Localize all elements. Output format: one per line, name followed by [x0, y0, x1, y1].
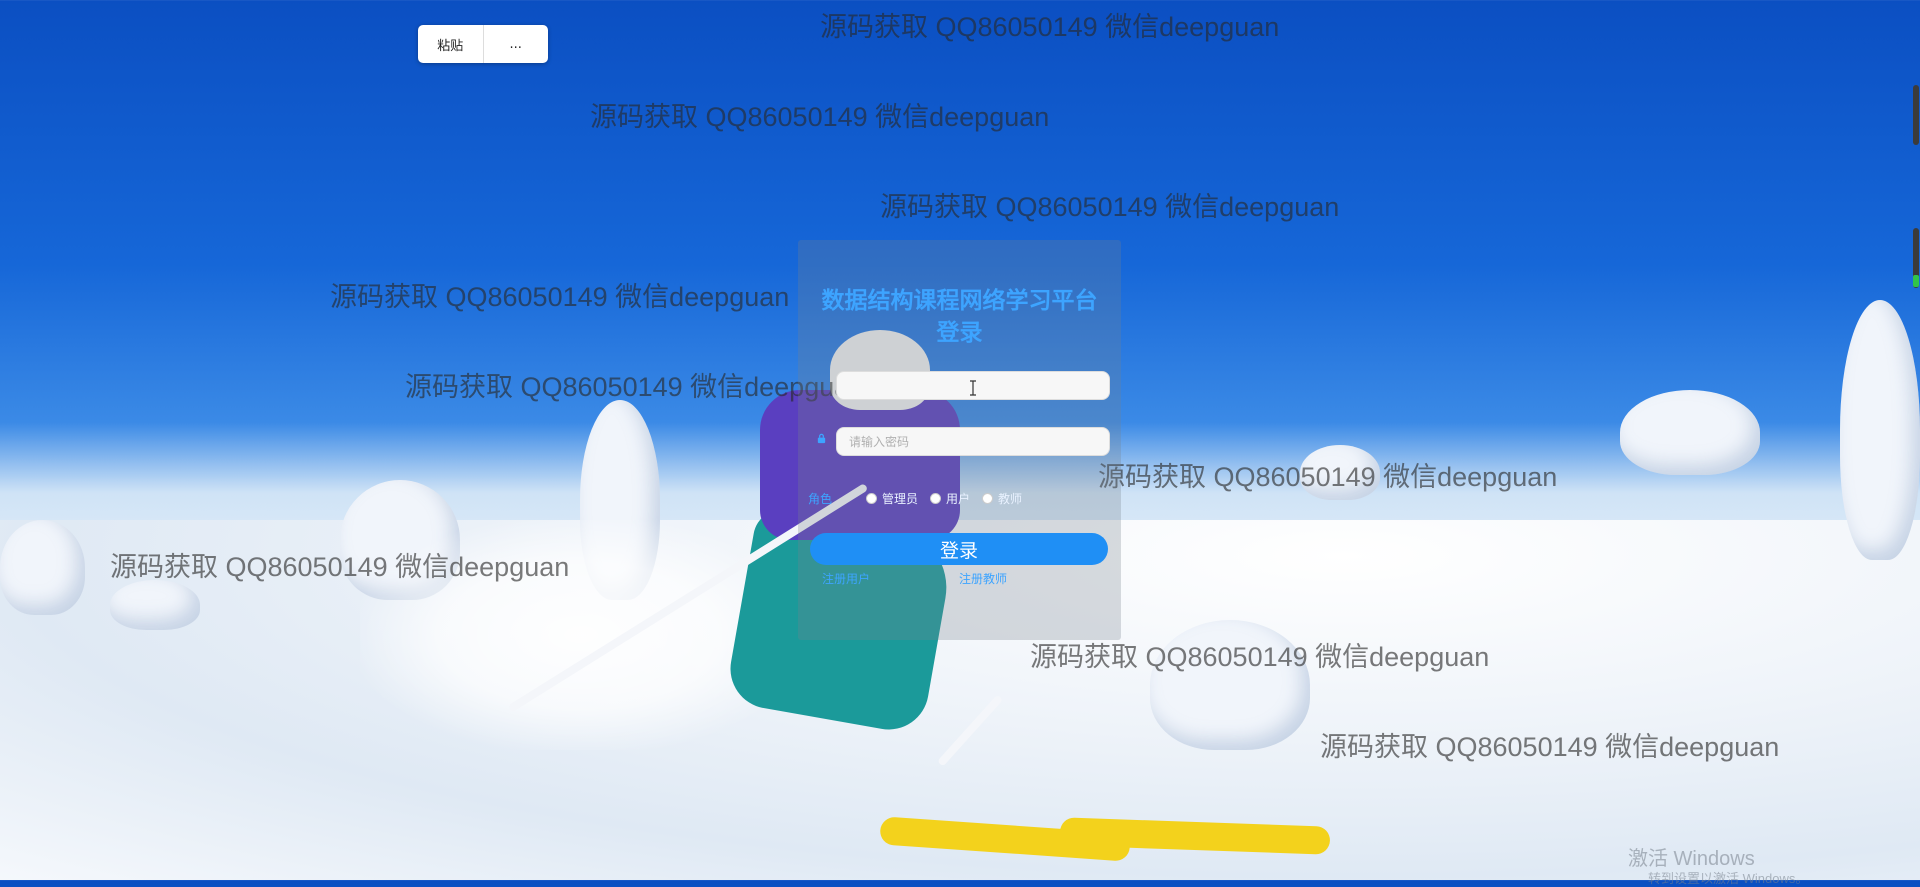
role-option-teacher: 教师	[998, 492, 1023, 506]
snow-tree	[0, 520, 85, 615]
watermark: 源码获取 QQ86050149 微信deepguan	[1030, 642, 1490, 672]
register-teacher-link[interactable]: 注册教师	[959, 570, 1007, 587]
paste-toolbar: 粘贴 ...	[418, 25, 548, 63]
watermark: 源码获取 QQ86050149 微信deepguan	[820, 12, 1280, 42]
watermark: 源码获取 QQ86050149 微信deepguan	[110, 552, 570, 582]
login-button[interactable]: 登录	[810, 533, 1108, 565]
watermark: 源码获取 QQ86050149 微信deepguan	[590, 102, 1050, 132]
login-title: 数据结构课程网络学习平台登录	[821, 287, 1098, 345]
role-option-user: 用户	[946, 492, 971, 506]
more-button[interactable]: ...	[482, 25, 549, 63]
role-radio-admin[interactable]	[866, 493, 878, 504]
role-selector: 角色 管理员 用户 教师	[808, 490, 1022, 507]
watermark: 源码获取 QQ86050149 微信deepguan	[880, 192, 1340, 222]
text-cursor-icon	[970, 380, 976, 396]
ski	[1059, 817, 1331, 855]
password-input[interactable]	[836, 427, 1110, 456]
lock-icon	[817, 433, 826, 444]
watermark: 源码获取 QQ86050149 微信deepguan	[405, 372, 865, 402]
activation-subtitle: 转到设置以激活 Windows。	[1648, 871, 1809, 886]
role-radio-user[interactable]	[930, 493, 942, 504]
role-radio-teacher[interactable]	[982, 493, 994, 504]
watermark: 源码获取 QQ86050149 微信deepguan	[1098, 462, 1558, 492]
watermark: 源码获取 QQ86050149 微信deepguan	[330, 282, 790, 312]
watermark: 源码获取 QQ86050149 微信deepguan	[1320, 732, 1780, 762]
role-label: 角色	[808, 492, 833, 506]
scrollbar[interactable]	[1910, 0, 1920, 880]
status-indicator	[1913, 275, 1919, 287]
snow-tree	[580, 400, 660, 600]
snow-tree	[1840, 300, 1920, 560]
role-option-admin: 管理员	[882, 492, 919, 506]
login-panel: 数据结构课程网络学习平台登录 角色 管理员 用户 教师 登录 注册用户 注册教师	[798, 240, 1121, 640]
snow-tree	[110, 580, 200, 630]
register-user-link[interactable]: 注册用户	[822, 570, 870, 587]
snow-tree	[1620, 390, 1760, 475]
ski	[879, 816, 1131, 862]
scrollbar-thumb[interactable]	[1913, 85, 1919, 145]
paste-button[interactable]: 粘贴	[418, 25, 483, 63]
activation-title: 激活 Windows	[1628, 848, 1755, 870]
ski-pole	[937, 694, 1004, 767]
